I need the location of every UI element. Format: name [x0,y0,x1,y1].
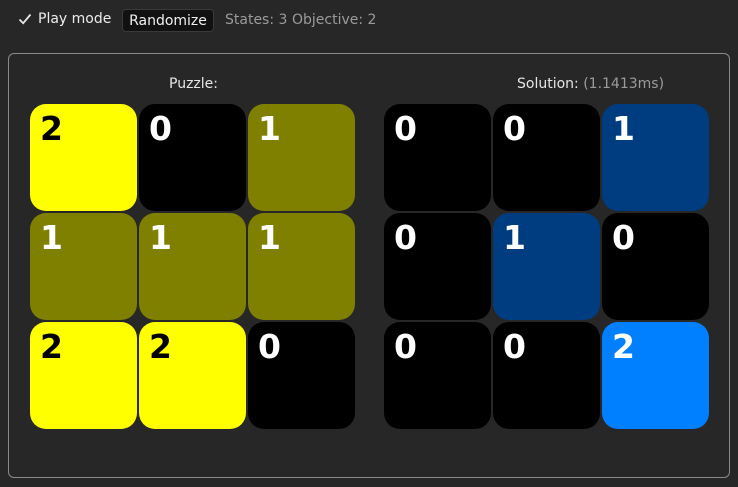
puzzle-cell[interactable]: 2 [30,104,137,211]
objective-value: Objective: 2 [292,12,377,28]
puzzle-cell-value: 1 [258,109,281,148]
solution-title: Solution: (1.1413ms) [517,76,664,92]
puzzle-cell-value: 0 [258,327,281,366]
solution-cell-value: 0 [612,218,635,257]
solution-cell[interactable]: 0 [493,104,600,211]
play-mode-label: Play mode [38,11,112,27]
puzzle-cell-value: 0 [149,109,172,148]
puzzle-cell[interactable]: 1 [248,213,355,320]
solution-cell[interactable]: 2 [602,322,709,429]
solution-cell-value: 0 [503,327,526,366]
solution-cell[interactable]: 0 [384,322,491,429]
puzzle-cell-value: 2 [149,327,172,366]
puzzle-cell-value: 2 [40,327,63,366]
puzzle-cell[interactable]: 0 [139,104,246,211]
puzzle-cell[interactable]: 1 [30,213,137,320]
solution-cell[interactable]: 1 [602,104,709,211]
puzzle-cell-value: 1 [149,218,172,257]
solution-cell-value: 0 [394,109,417,148]
puzzle-cell[interactable]: 1 [248,104,355,211]
solution-cell[interactable]: 0 [384,213,491,320]
solution-label: Solution: [517,76,579,92]
states-count: States: 3 [225,12,288,28]
solution-cell[interactable]: 0 [602,213,709,320]
puzzle-grid: 2 0 1 1 1 1 2 2 0 [30,104,355,429]
solution-cell-value: 0 [394,327,417,366]
puzzle-cell-value: 1 [258,218,281,257]
puzzle-cell-value: 2 [40,109,63,148]
checkmark-icon [18,12,32,26]
solution-cell[interactable]: 0 [493,322,600,429]
puzzle-title: Puzzle: [169,76,218,92]
puzzle-cell[interactable]: 2 [30,322,137,429]
puzzle-cell-value: 1 [40,218,63,257]
toolbar: Play mode Randomize States: 3 Objective:… [0,0,738,42]
solution-cell-value: 2 [612,327,635,366]
solution-cell[interactable]: 0 [384,104,491,211]
puzzle-cell[interactable]: 1 [139,213,246,320]
play-mode-checkbox[interactable]: Play mode [18,11,111,27]
solution-timing: (1.1413ms) [583,76,665,92]
puzzle-cell[interactable]: 2 [139,322,246,429]
puzzle-cell[interactable]: 0 [248,322,355,429]
solution-cell[interactable]: 1 [493,213,600,320]
randomize-button[interactable]: Randomize [122,9,214,32]
solution-cell-value: 1 [503,218,526,257]
solution-cell-value: 0 [394,218,417,257]
solution-grid: 0 0 1 0 1 0 0 0 2 [384,104,709,429]
solution-cell-value: 0 [503,109,526,148]
solution-cell-value: 1 [612,109,635,148]
